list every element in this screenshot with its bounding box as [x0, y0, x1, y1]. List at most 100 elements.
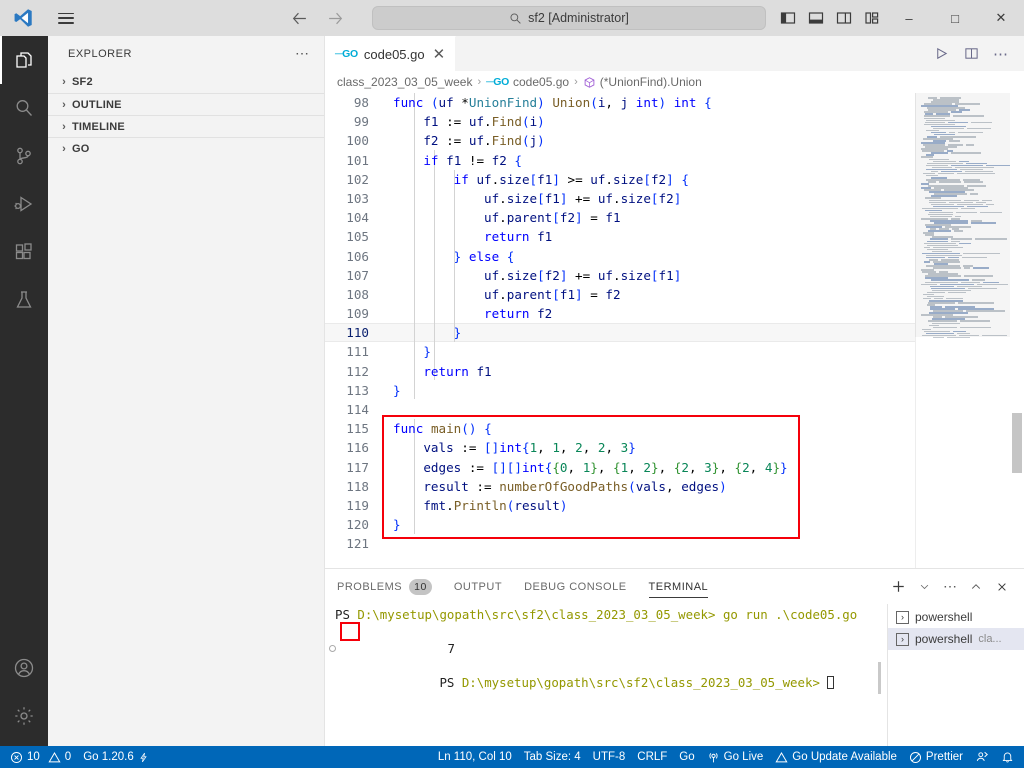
sidebar-more-actions-button[interactable]: ⋯: [289, 45, 316, 62]
code-text: vals := []int{1, 1, 2, 2, 3}: [423, 440, 636, 456]
split-editor-right-button[interactable]: [958, 41, 984, 67]
sidebar-item-source-control[interactable]: [0, 132, 48, 180]
tab-output[interactable]: OUTPUT: [454, 569, 502, 604]
tab-code05-go[interactable]: ─GO code05.go ✕: [325, 36, 457, 71]
code-line[interactable]: 107 uf.size[f2] += uf.size[f1]: [325, 266, 915, 285]
toggle-secondary-sidebar-icon[interactable]: [830, 0, 858, 36]
code-line[interactable]: 102 if uf.size[f1] >= uf.size[f2] {: [325, 170, 915, 189]
status-notifications[interactable]: [995, 746, 1020, 768]
maximize-button[interactable]: □: [932, 0, 978, 36]
code-line[interactable]: 108 uf.parent[f1] = f2: [325, 285, 915, 304]
toggle-primary-sidebar-icon[interactable]: [774, 0, 802, 36]
status-encoding[interactable]: UTF-8: [587, 746, 632, 768]
code-line[interactable]: 116 vals := []int{1, 1, 2, 2, 3}: [325, 438, 915, 457]
close-tab-button[interactable]: ✕: [431, 47, 448, 62]
accounts-button[interactable]: [0, 644, 48, 692]
status-go-update[interactable]: Go Update Available: [769, 746, 903, 768]
terminal-list-label: powershell: [915, 610, 973, 624]
code-line[interactable]: 98 func (uf *UnionFind) Union(i, j int) i…: [325, 93, 915, 112]
code-editor[interactable]: 98 func (uf *UnionFind) Union(i, j int) i…: [325, 93, 915, 568]
code-line[interactable]: 117 edges := [][]int{{0, 1}, {1, 2}, {2,…: [325, 458, 915, 477]
line-number: 100: [346, 133, 369, 149]
code-line[interactable]: 99 f1 := uf.Find(i): [325, 112, 915, 131]
code-line[interactable]: 114: [325, 400, 915, 419]
sidebar-item-explorer[interactable]: [0, 36, 48, 84]
code-line[interactable]: 113}: [325, 381, 915, 400]
back-arrow-icon[interactable]: [286, 5, 312, 31]
breadcrumb-item-symbol[interactable]: (*UnionFind).Union: [583, 75, 702, 89]
close-panel-button[interactable]: [990, 574, 1014, 600]
sidebar-item-search[interactable]: [0, 84, 48, 132]
status-feedback[interactable]: [969, 746, 995, 768]
terminal-list-item-powershell[interactable]: › powershell: [888, 606, 1024, 628]
sidebar-section-outline[interactable]: › OUTLINE: [48, 93, 324, 115]
breadcrumb-item-folder[interactable]: class_2023_03_05_week: [337, 75, 472, 89]
minimize-button[interactable]: –: [886, 0, 932, 36]
tab-problems[interactable]: PROBLEMS 10: [337, 569, 432, 604]
code-line[interactable]: 104 uf.parent[f2] = f1: [325, 208, 915, 227]
status-go-version[interactable]: Go 1.20.6: [77, 746, 155, 768]
sidebar-item-testing[interactable]: [0, 276, 48, 324]
code-line[interactable]: 112 return f1: [325, 362, 915, 381]
line-number: 106: [346, 248, 369, 264]
code-line[interactable]: 100 f2 := uf.Find(j): [325, 131, 915, 150]
line-number: 109: [346, 306, 369, 322]
code-text: f2 := uf.Find(j): [423, 133, 545, 149]
code-line[interactable]: 119 fmt.Println(result): [325, 496, 915, 515]
status-problems[interactable]: 10 0: [4, 746, 77, 768]
customize-layout-icon[interactable]: [858, 0, 886, 36]
code-line[interactable]: 106 } else {: [325, 247, 915, 266]
terminal-list-item-powershell-cla[interactable]: › powershell cla...: [888, 628, 1024, 650]
status-eol[interactable]: CRLF: [631, 746, 673, 768]
command-center-search[interactable]: sf2 [Administrator]: [372, 6, 766, 30]
sidebar-item-run-and-debug[interactable]: [0, 180, 48, 228]
close-button[interactable]: ✕: [978, 0, 1024, 36]
activity-bar: [0, 36, 48, 746]
code-text: return f1: [484, 229, 553, 245]
panel-more-actions-button[interactable]: ⋯: [938, 574, 962, 600]
hamburger-menu-icon[interactable]: [46, 0, 86, 36]
status-prettier[interactable]: Prettier: [903, 746, 969, 768]
status-language-mode[interactable]: Go: [673, 746, 700, 768]
status-indentation[interactable]: Tab Size: 4: [518, 746, 587, 768]
account-icon: [14, 658, 34, 678]
code-line[interactable]: 103 uf.size[f1] += uf.size[f2]: [325, 189, 915, 208]
new-terminal-button[interactable]: [886, 574, 910, 600]
run-code-button[interactable]: [928, 41, 954, 67]
code-line[interactable]: 101 if f1 != f2 {: [325, 151, 915, 170]
forward-arrow-icon[interactable]: [322, 5, 348, 31]
more-editor-actions-button[interactable]: ⋯: [988, 41, 1014, 67]
sidebar-section-sf2[interactable]: › SF2: [48, 71, 324, 93]
go-update-label: Go Update Available: [792, 751, 897, 763]
minimap-slider[interactable]: [915, 93, 1010, 337]
maximize-panel-button[interactable]: [964, 574, 988, 600]
sidebar-section-go[interactable]: › GO: [48, 137, 324, 159]
breadcrumb-item-file[interactable]: ─GO code05.go: [486, 75, 569, 89]
sidebar-section-timeline[interactable]: › TIMELINE: [48, 115, 324, 137]
minimap[interactable]: [915, 93, 1010, 568]
code-line[interactable]: 111 }: [325, 342, 915, 361]
panel-tab-label: PROBLEMS: [337, 580, 403, 593]
sidebar-item-extensions[interactable]: [0, 228, 48, 276]
code-line[interactable]: 120}: [325, 515, 915, 534]
line-number: 105: [346, 229, 369, 245]
code-line[interactable]: 109 return f2: [325, 304, 915, 323]
terminal-view[interactable]: PS D:\mysetup\gopath\src\sf2\class_2023_…: [325, 604, 887, 746]
editor-vertical-scrollbar[interactable]: [1010, 93, 1024, 568]
code-line[interactable]: 118 result := numberOfGoodPaths(vals, ed…: [325, 477, 915, 496]
line-number: 108: [346, 286, 369, 302]
status-go-live[interactable]: Go Live: [701, 746, 770, 768]
status-editor-position[interactable]: Ln 110, Col 10: [432, 746, 518, 768]
code-line[interactable]: 121: [325, 534, 915, 553]
tab-terminal[interactable]: TERMINAL: [648, 569, 709, 604]
terminal-scrollbar[interactable]: [878, 662, 881, 694]
code-text: func main() {: [393, 421, 492, 437]
tab-debug-console[interactable]: DEBUG CONSOLE: [524, 569, 626, 604]
toggle-panel-icon[interactable]: [802, 0, 830, 36]
code-line[interactable]: 110 }: [325, 323, 915, 343]
code-line[interactable]: 115 func main() {: [325, 419, 915, 438]
manage-settings-button[interactable]: [0, 692, 48, 740]
code-line[interactable]: 105 return f1: [325, 227, 915, 246]
editor-actions: ⋯: [928, 36, 1024, 71]
terminal-profile-dropdown-button[interactable]: [912, 574, 936, 600]
